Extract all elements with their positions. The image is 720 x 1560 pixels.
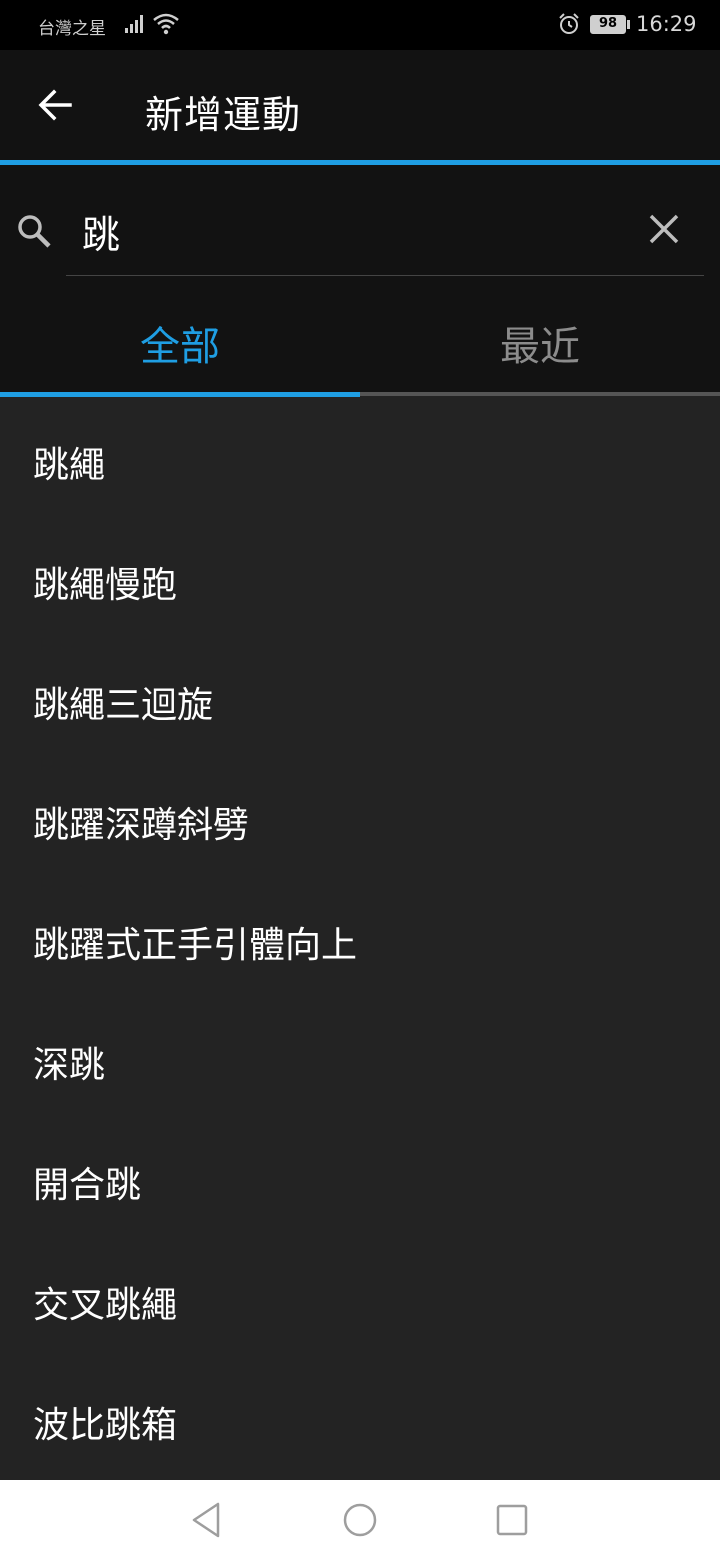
- list-item[interactable]: 跳躍式正手引體向上: [0, 878, 720, 998]
- list-item[interactable]: 交叉跳繩: [0, 1238, 720, 1358]
- nav-back-icon[interactable]: [186, 1500, 226, 1540]
- search-icon: [18, 215, 51, 248]
- clear-icon[interactable]: [646, 211, 682, 247]
- tab-all[interactable]: 全部: [0, 314, 360, 372]
- tab-recent[interactable]: 最近: [360, 314, 720, 372]
- carrier-name: 台灣之星: [38, 19, 106, 39]
- list-item-label: 交叉跳繩: [33, 1285, 178, 1326]
- clock: 16:29: [636, 12, 697, 36]
- nav-recents-icon[interactable]: [492, 1500, 532, 1540]
- system-nav-bar: [0, 1480, 720, 1560]
- back-arrow-icon[interactable]: [34, 84, 76, 126]
- tab-indicator: [0, 392, 360, 397]
- alarm-icon: [559, 13, 579, 34]
- list-item-label: 跳躍深蹲斜劈: [33, 805, 250, 846]
- list-item-label: 跳繩: [33, 445, 106, 486]
- battery-level: 98: [598, 16, 618, 31]
- exercise-list: 跳繩 跳繩慢跑 跳繩三迴旋 跳躍深蹲斜劈 跳躍式正手引體向上 深跳 開合跳 交叉…: [0, 398, 720, 1480]
- search-underline: [66, 275, 704, 276]
- status-bar: 台灣之星 98 16:29: [0, 0, 720, 50]
- wifi-icon: [153, 13, 179, 35]
- list-item[interactable]: 波比跳箱: [0, 1358, 720, 1478]
- list-item[interactable]: 深跳: [0, 998, 720, 1118]
- list-item-label: 跳繩三迴旋: [33, 685, 214, 726]
- list-item-label: 波比跳箱: [33, 1405, 178, 1446]
- search-input[interactable]: [82, 205, 622, 257]
- signal-icon: [125, 15, 143, 33]
- app-bar: 新增運動: [0, 50, 720, 162]
- battery-icon: 98: [590, 15, 626, 34]
- list-item[interactable]: 跳繩三迴旋: [0, 638, 720, 758]
- list-item-label: 深跳: [33, 1045, 106, 1086]
- list-item[interactable]: 跳躍深蹲斜劈: [0, 758, 720, 878]
- nav-home-icon[interactable]: [340, 1500, 380, 1540]
- page-title: 新增運動: [145, 93, 302, 137]
- battery-tip: [627, 20, 630, 29]
- list-item[interactable]: 開合跳: [0, 1118, 720, 1238]
- list-item-label: 跳繩慢跑: [33, 565, 178, 606]
- search-bar: [0, 165, 720, 292]
- list-item-label: 跳躍式正手引體向上: [33, 925, 358, 966]
- list-item[interactable]: 跳繩慢跑: [0, 518, 720, 638]
- tab-bar: 全部 最近: [0, 292, 720, 397]
- list-item[interactable]: 跳繩: [0, 398, 720, 518]
- list-item-label: 開合跳: [33, 1165, 142, 1206]
